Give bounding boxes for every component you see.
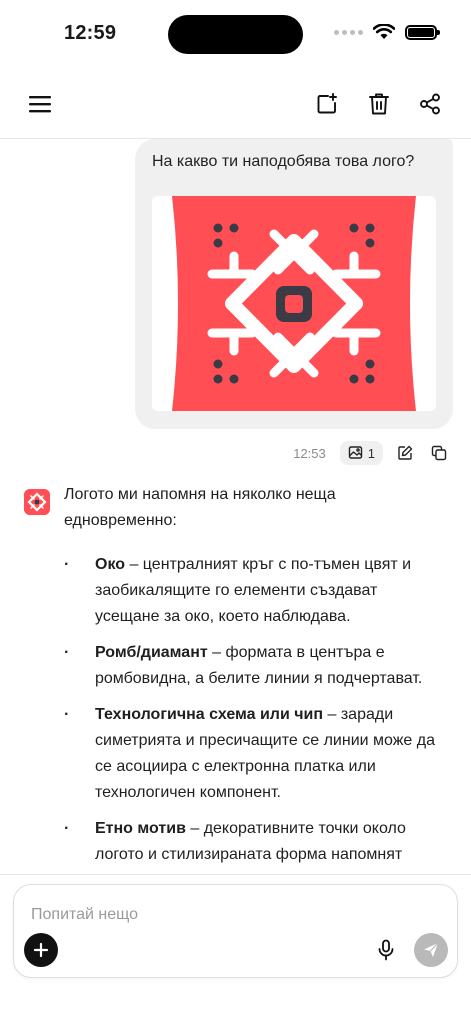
message-input[interactable] (31, 903, 431, 927)
assistant-intro: Логото ми напомня на няколко неща едновр… (64, 486, 336, 529)
hamburger-icon (29, 96, 51, 113)
voice-input-button[interactable] (373, 937, 399, 963)
trash-icon (369, 93, 389, 115)
list-item: Ромб/диамант – формата в центъра е ромбо… (64, 640, 444, 692)
edit-icon (398, 445, 413, 460)
user-message-text: На какво ти наподобява това лого? (152, 153, 415, 170)
battery-icon (405, 24, 440, 40)
image-icon (348, 446, 362, 459)
list-item: Технологична схема или чип – заради симе… (64, 702, 444, 806)
chat-thread[interactable]: На какво ти наподобява това лого? 12:53 … (0, 139, 471, 875)
delete-chat-button[interactable] (363, 88, 395, 120)
list-item: Око – централният кръг с по-тъмен цвят и… (64, 552, 444, 630)
send-icon (424, 942, 439, 957)
add-attachment-button[interactable] (24, 933, 58, 967)
new-chat-icon (317, 93, 337, 114)
composer-divider (0, 874, 471, 875)
assistant-message: Логото ми напомня на няколко неща едновр… (64, 482, 444, 875)
user-message-meta: 12:53 1 (293, 439, 451, 467)
top-toolbar (0, 76, 471, 132)
edit-message-button[interactable] (393, 441, 417, 465)
status-icons (334, 24, 440, 40)
new-chat-button[interactable] (311, 88, 343, 120)
copy-icon (431, 445, 447, 461)
message-composer (13, 884, 458, 978)
image-count: 1 (367, 445, 375, 461)
list-item: Етно мотив – декоративните точки около л… (64, 816, 444, 868)
assistant-avatar (24, 489, 50, 515)
wifi-icon (373, 24, 395, 39)
message-timestamp: 12:53 (293, 445, 326, 461)
send-button[interactable] (414, 933, 448, 967)
assistant-logo-icon (24, 489, 50, 515)
plus-icon (33, 942, 49, 958)
status-bar: 12:59 (0, 0, 471, 64)
cellular-signal-icon (334, 29, 363, 35)
user-message-bubble: На какво ти наподобява това лого? (135, 139, 453, 429)
attached-image[interactable] (152, 196, 436, 411)
share-button[interactable] (414, 88, 446, 120)
status-time: 12:59 (64, 22, 117, 44)
copy-message-button[interactable] (427, 441, 451, 465)
assistant-bullet-list: Око – централният кръг с по-тъмен цвят и… (64, 552, 444, 868)
attached-logo-image (152, 196, 436, 411)
dynamic-island (168, 15, 303, 54)
microphone-icon (378, 939, 394, 961)
menu-button[interactable] (24, 88, 56, 120)
image-count-badge[interactable]: 1 (339, 441, 383, 465)
share-icon (420, 93, 440, 115)
